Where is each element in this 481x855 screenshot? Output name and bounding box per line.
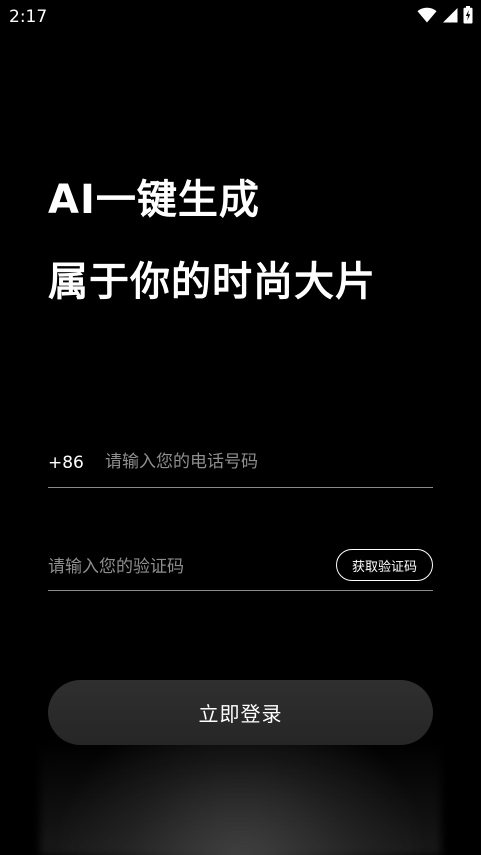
phone-field-row: +86 <box>48 438 433 488</box>
bottom-glow-fade <box>40 740 441 855</box>
code-field-divider <box>48 590 433 591</box>
login-button[interactable]: 立即登录 <box>48 680 433 745</box>
headline-line-2: 属于你的时尚大片 <box>48 259 376 305</box>
phone-input[interactable] <box>105 449 425 475</box>
headline-line-1: AI一键生成 <box>48 177 260 223</box>
battery-charging-icon <box>463 6 473 28</box>
country-code[interactable]: +86 <box>48 453 84 473</box>
get-code-button[interactable]: 获取验证码 <box>336 549 433 581</box>
status-icons <box>417 6 473 28</box>
wifi-icon <box>417 7 437 27</box>
status-bar: 2:17 <box>0 0 481 34</box>
code-field-row: 获取验证码 <box>48 541 433 591</box>
verification-code-input[interactable] <box>48 554 318 580</box>
login-screen: 2:17 AI一键生成 属于你的时尚大片 +86 请输入您的电话号码 请输入您的… <box>0 0 481 855</box>
phone-field-divider <box>48 487 433 488</box>
cellular-signal-icon <box>442 7 458 27</box>
status-time: 2:17 <box>9 7 48 27</box>
